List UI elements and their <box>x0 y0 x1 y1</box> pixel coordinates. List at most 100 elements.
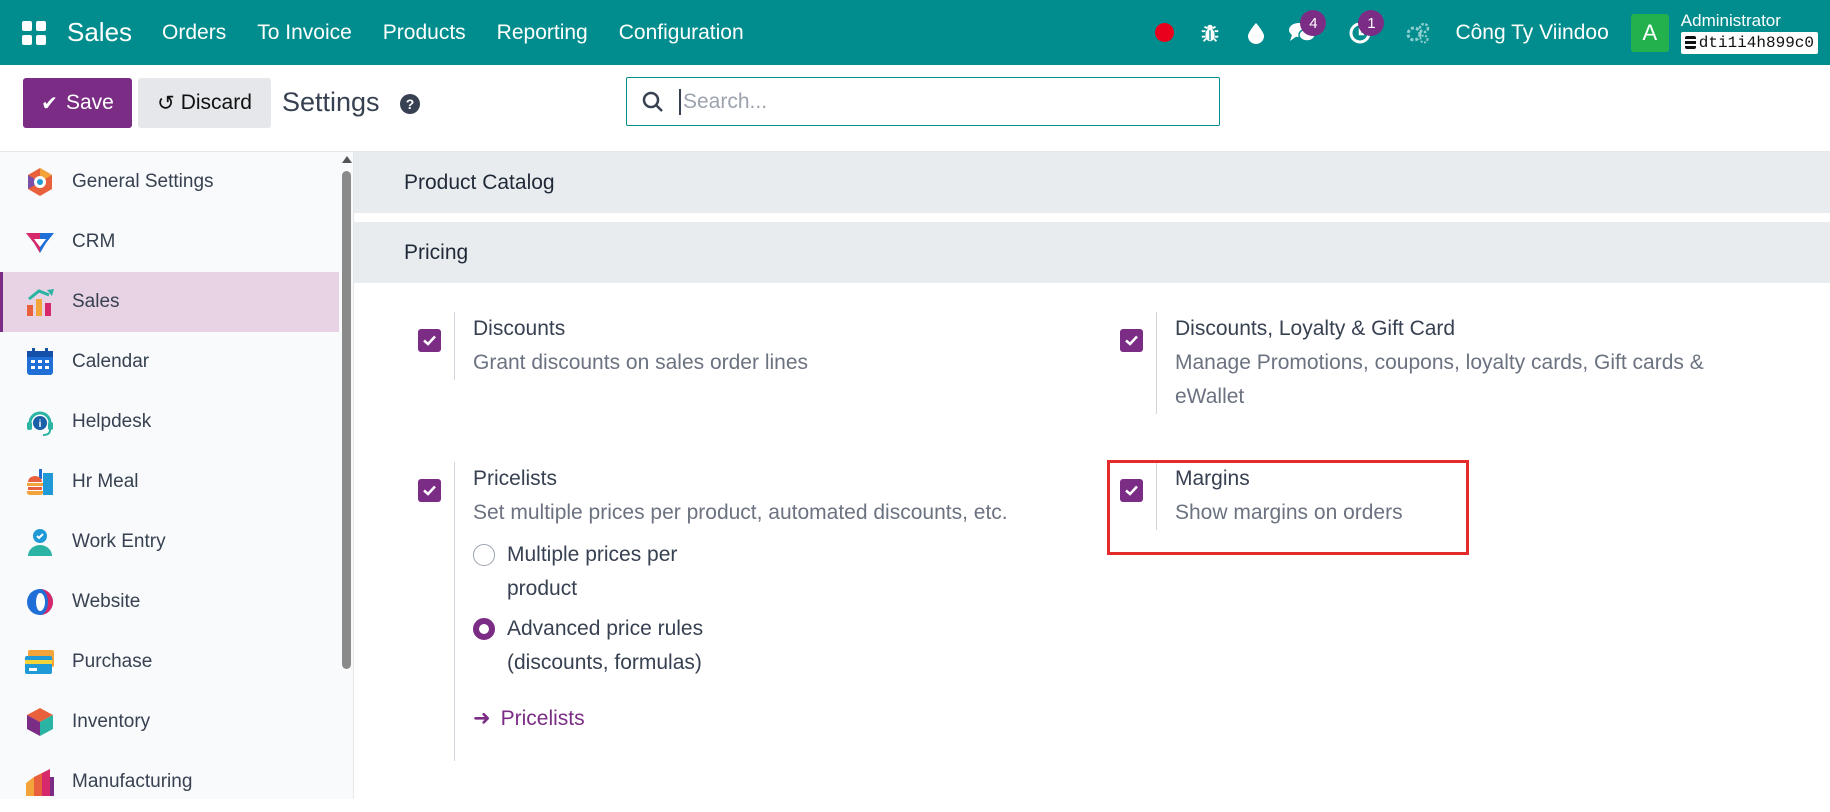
undo-icon: ↺ <box>157 91 175 115</box>
search-icon <box>627 91 679 113</box>
top-navbar: Sales Orders To Invoice Products Reporti… <box>0 0 1830 65</box>
loyalty-checkbox[interactable] <box>1119 329 1143 352</box>
sidebar-label: Website <box>72 591 141 612</box>
menu-to-invoice[interactable]: To Invoice <box>257 21 352 45</box>
calendar-icon <box>24 346 56 378</box>
app-menu-icon[interactable] <box>0 0 67 65</box>
sidebar-item-purchase[interactable]: Purchase <box>0 632 339 692</box>
svg-text:i: i <box>39 419 42 430</box>
discard-button[interactable]: ↺ Discard <box>138 78 271 128</box>
radio-label: Multiple prices per product <box>507 543 678 600</box>
sidebar-item-manufacturing[interactable]: Manufacturing <box>0 752 339 812</box>
sidebar-label: Work Entry <box>72 531 166 552</box>
loyalty-title: Discounts, Loyalty & Gift Card <box>1175 317 1456 340</box>
sidebar-item-general-settings[interactable]: General Settings <box>0 152 339 212</box>
radio-button-selected[interactable] <box>473 618 495 640</box>
radio-multiple-prices[interactable]: Multiple prices per product <box>473 538 1054 606</box>
user-menu[interactable]: Administrator dti1i4h899c0 <box>1680 10 1818 54</box>
help-question-icon[interactable]: ? <box>400 94 420 114</box>
app-brand[interactable]: Sales <box>67 17 132 48</box>
sidebar-label: CRM <box>72 231 116 252</box>
user-name: Administrator <box>1680 10 1781 30</box>
sidebar-label: Helpdesk <box>72 411 152 432</box>
activities-clock-icon[interactable]: 1 <box>1337 0 1385 65</box>
database-chip: dti1i4h899c0 <box>1680 31 1818 54</box>
sidebar-item-website[interactable]: Website <box>0 572 339 632</box>
section-pricing: Pricing <box>354 222 1830 283</box>
sidebar-item-calendar[interactable]: Calendar <box>0 332 339 392</box>
discard-label: Discard <box>180 91 252 114</box>
margins-highlight-box <box>1107 460 1469 555</box>
manufacturing-icon <box>24 766 56 798</box>
sidebar-item-sales[interactable]: Sales <box>0 272 339 332</box>
save-label: Save <box>65 91 114 114</box>
section-product-catalog: Product Catalog <box>354 152 1830 213</box>
company-name[interactable]: Công Ty Viindoo <box>1455 21 1608 45</box>
radio-button[interactable] <box>473 544 495 566</box>
debug-bug-icon[interactable] <box>1187 0 1233 65</box>
radio-advanced-rules[interactable]: Advanced price rules (discounts, formula… <box>473 612 1054 680</box>
check-icon: ✔ <box>41 92 58 115</box>
messages-chat-icon[interactable]: 4 <box>1279 0 1327 65</box>
hr-meal-icon <box>24 466 56 498</box>
database-icon <box>1684 36 1696 49</box>
menu-products[interactable]: Products <box>383 21 466 45</box>
sidebar-item-work-entry[interactable]: Work Entry <box>0 512 339 572</box>
menu-orders[interactable]: Orders <box>162 21 226 45</box>
sidebar-label: Purchase <box>72 651 153 672</box>
pricelists-link-label: Pricelists <box>500 706 585 730</box>
setting-loyalty: Discounts, Loyalty & Gift Card Manage Pr… <box>1106 312 1776 414</box>
activities-badge: 1 <box>1358 10 1385 36</box>
sidebar-scrollbar[interactable] <box>340 152 354 799</box>
helpdesk-icon: i <box>24 406 56 438</box>
settings-sidebar: General Settings CRM Sales Calendar i He… <box>0 152 354 799</box>
setting-pricelists: Pricelists Set multiple prices per produ… <box>404 462 1054 761</box>
sidebar-item-helpdesk[interactable]: i Helpdesk <box>0 392 339 452</box>
database-name: dti1i4h899c0 <box>1698 33 1814 52</box>
user-avatar[interactable]: A <box>1630 13 1669 52</box>
pricelists-link[interactable]: ➜ Pricelists <box>473 706 1054 731</box>
menu-reporting[interactable]: Reporting <box>497 21 588 45</box>
scroll-up-arrow-icon[interactable] <box>342 156 352 163</box>
sales-icon <box>24 286 56 318</box>
pricelists-title: Pricelists <box>473 467 558 490</box>
navbar-systray: 4 1 Công Ty Viindoo A Administrator dti1… <box>1141 0 1830 65</box>
website-icon <box>24 586 56 618</box>
menu-configuration[interactable]: Configuration <box>619 21 744 45</box>
sidebar-label: Sales <box>72 291 120 312</box>
sidebar-label: Hr Meal <box>72 471 139 492</box>
discounts-checkbox[interactable] <box>417 329 441 352</box>
control-panel: ✔ Save ↺ Discard Settings ? <box>0 65 1830 152</box>
setting-discounts: Discounts Grant discounts on sales order… <box>404 312 1014 380</box>
pricelists-checkbox[interactable] <box>417 479 441 502</box>
settings-main: Product Catalog Pricing Discounts Grant … <box>354 152 1830 799</box>
inventory-icon <box>24 706 56 738</box>
arrow-right-icon: ➜ <box>473 707 491 730</box>
sidebar-label: Manufacturing <box>72 771 193 792</box>
pricelists-description: Set multiple prices per product, automat… <box>473 501 1008 524</box>
sidebar-item-crm[interactable]: CRM <box>0 212 339 272</box>
work-entry-icon <box>24 526 56 558</box>
general-settings-icon <box>24 166 56 198</box>
search-input[interactable] <box>679 88 1199 115</box>
loyalty-description-2: eWallet <box>1175 385 1245 408</box>
messages-badge: 4 <box>1300 10 1327 36</box>
crm-icon <box>24 226 56 258</box>
radio-label: Advanced price rules (discounts, formula… <box>507 617 704 674</box>
purchase-icon <box>24 646 56 678</box>
discounts-description: Grant discounts on sales order lines <box>473 351 809 374</box>
discounts-title: Discounts <box>473 317 566 340</box>
sidebar-label: Inventory <box>72 711 151 732</box>
page-title: Settings <box>282 87 380 117</box>
sidebar-item-inventory[interactable]: Inventory <box>0 692 339 752</box>
sidebar-label: General Settings <box>72 171 214 192</box>
company-switch-icon[interactable] <box>1395 0 1441 65</box>
scroll-thumb[interactable] <box>342 171 351 669</box>
sidebar-label: Calendar <box>72 351 150 372</box>
record-icon[interactable] <box>1141 0 1187 65</box>
loyalty-description-1: Manage Promotions, coupons, loyalty card… <box>1175 351 1704 374</box>
search-bar[interactable] <box>626 77 1220 126</box>
theme-drop-icon[interactable] <box>1233 0 1279 65</box>
sidebar-item-hr-meal[interactable]: Hr Meal <box>0 452 339 512</box>
save-button[interactable]: ✔ Save <box>23 78 132 128</box>
